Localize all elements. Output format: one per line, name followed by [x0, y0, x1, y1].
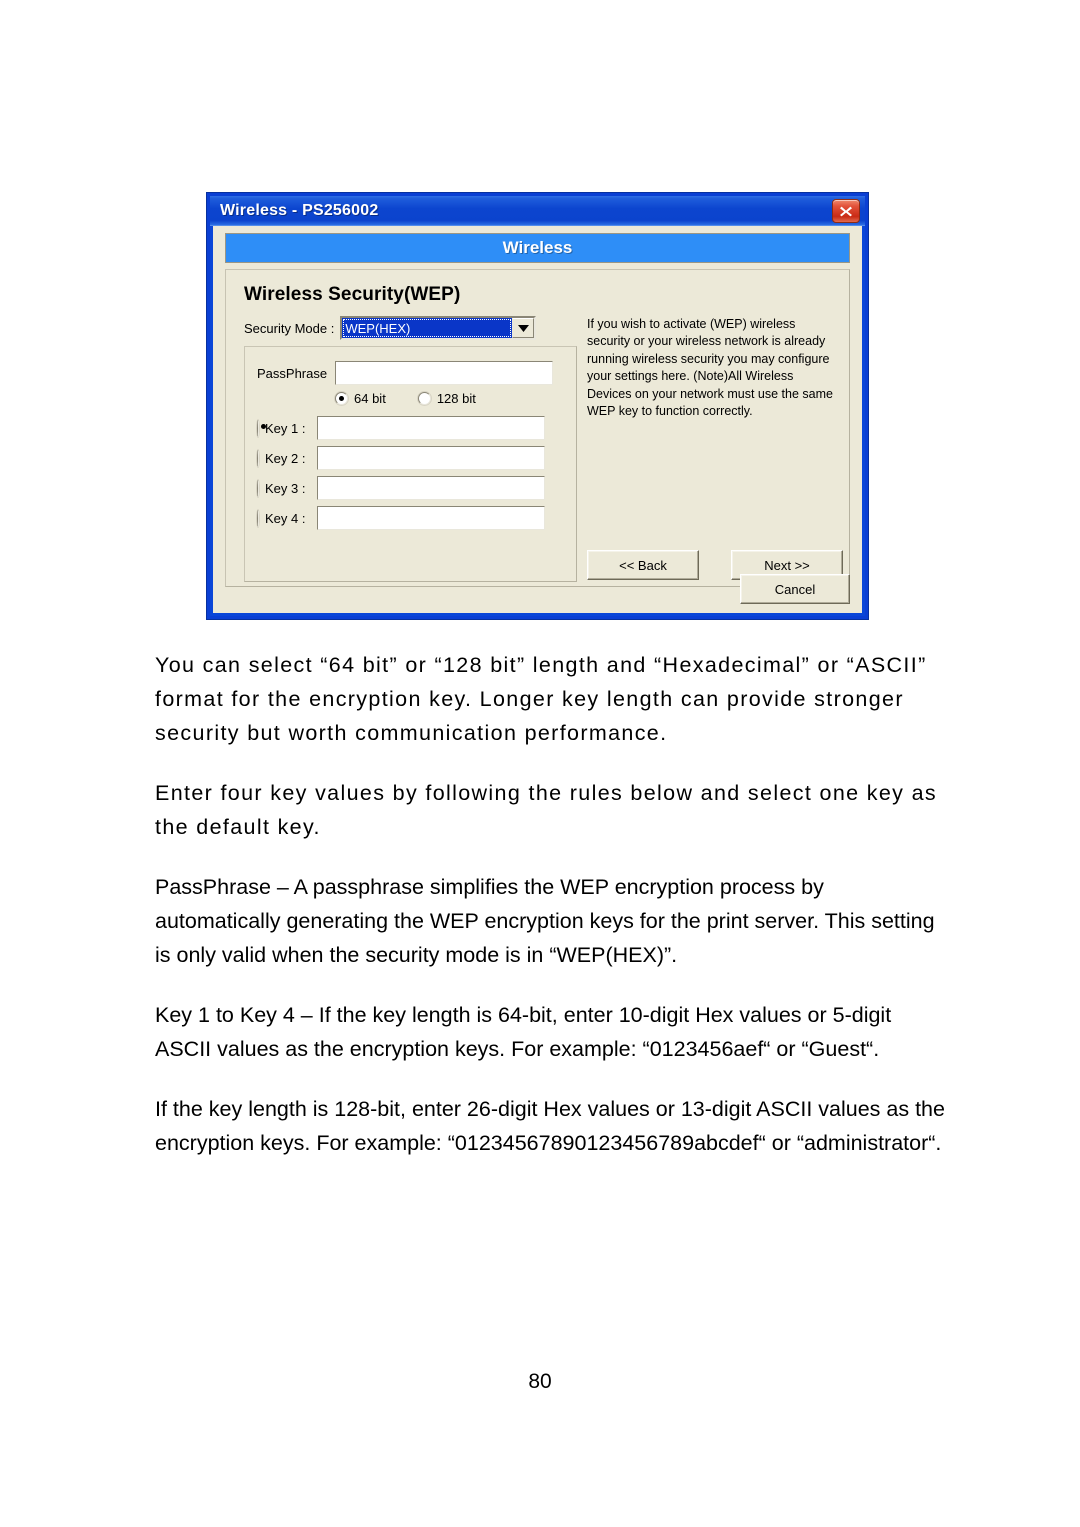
- key-2-input[interactable]: [317, 446, 545, 470]
- help-text: If you wish to activate (WEP) wireless s…: [587, 317, 833, 419]
- dialog-title: Wireless - PS256002: [220, 202, 379, 219]
- key-3-selector[interactable]: Key 3 :: [257, 479, 317, 497]
- passphrase-label: PassPhrase: [257, 365, 328, 381]
- help-column: If you wish to activate (WEP) wireless s…: [587, 316, 843, 582]
- key-4-input[interactable]: [317, 506, 545, 530]
- wireless-banner-label: Wireless: [502, 238, 573, 257]
- passphrase-input[interactable]: [335, 361, 554, 385]
- settings-column: Security Mode : WEP(HEX) PassPhrase 64 b…: [238, 316, 577, 582]
- dialog-inner-frame: Wireless - PS256002 Wireless Wireless Se…: [210, 196, 865, 616]
- wireless-dialog: Wireless - PS256002 Wireless Wireless Se…: [206, 192, 869, 620]
- radio-key1-icon[interactable]: [257, 419, 259, 437]
- page-number: 80: [528, 1370, 552, 1393]
- key-3-input[interactable]: [317, 476, 545, 500]
- cancel-button-wrapper: Cancel: [740, 574, 850, 604]
- paragraph-3: PassPhrase – A passphrase simplifies the…: [155, 875, 935, 967]
- key-length-option-128bit[interactable]: 128 bit: [417, 391, 476, 406]
- wep-key-groupbox: PassPhrase 64 bit 128 bit Key 1: Key 2 …: [244, 346, 577, 582]
- passphrase-row: PassPhrase: [257, 361, 564, 385]
- security-mode-label: Security Mode :: [244, 320, 335, 336]
- key-4-label: Key 4 :: [265, 510, 306, 526]
- document-body: You can select “64 bit” or “128 bit” len…: [155, 648, 945, 1186]
- paragraph-2: Enter four key values by following the r…: [155, 781, 937, 839]
- key-length-label-64bit: 64 bit: [354, 391, 386, 406]
- key-2-label: Key 2 :: [265, 450, 306, 466]
- key-2-selector[interactable]: Key 2 :: [257, 449, 317, 467]
- security-mode-row: Security Mode : WEP(HEX): [244, 316, 577, 340]
- key-4-selector[interactable]: Key 4 :: [257, 509, 317, 527]
- key-row-4: Key 4 :: [257, 506, 564, 530]
- wireless-banner: Wireless: [225, 233, 850, 263]
- dialog-client-area: Wireless Wireless Security(WEP) Security…: [213, 226, 862, 613]
- radio-64bit-icon[interactable]: [335, 392, 348, 405]
- radio-key3-icon[interactable]: [257, 479, 259, 497]
- radio-key2-icon[interactable]: [257, 449, 259, 467]
- key-3-label: Key 3 :: [265, 480, 306, 496]
- key-length-option-64bit[interactable]: 64 bit: [335, 391, 386, 406]
- wireless-settings-panel: Wireless Security(WEP) Security Mode : W…: [225, 269, 850, 587]
- key-row-3: Key 3 :: [257, 476, 564, 500]
- key-row-2: Key 2 :: [257, 446, 564, 470]
- paragraph-5: If the key length is 128-bit, enter 26-d…: [155, 1097, 945, 1155]
- chevron-down-icon[interactable]: [512, 318, 535, 338]
- radio-key4-icon[interactable]: [257, 509, 259, 527]
- security-mode-value[interactable]: WEP(HEX): [342, 318, 513, 338]
- key-1-label: Key 1 :: [265, 420, 306, 436]
- panel-columns: Security Mode : WEP(HEX) PassPhrase 64 b…: [238, 316, 843, 582]
- key-1-selector[interactable]: Key 1 :: [257, 419, 317, 437]
- dialog-titlebar: Wireless - PS256002: [210, 196, 865, 226]
- paragraph-4: Key 1 to Key 4 – If the key length is 64…: [155, 1003, 892, 1061]
- key-1-input[interactable]: [317, 416, 545, 440]
- back-button[interactable]: << Back: [587, 550, 699, 580]
- key-row-1: Key 1 :: [257, 416, 564, 440]
- paragraph-1: You can select “64 bit” or “128 bit” len…: [155, 653, 927, 745]
- cancel-button[interactable]: Cancel: [740, 574, 850, 604]
- key-length-label-128bit: 128 bit: [436, 391, 476, 406]
- security-mode-select[interactable]: WEP(HEX): [340, 316, 537, 340]
- close-icon[interactable]: [832, 199, 860, 223]
- section-title: Wireless Security(WEP): [244, 284, 461, 305]
- radio-128bit-icon[interactable]: [417, 392, 431, 405]
- key-length-radio-group: 64 bit 128 bit: [335, 391, 564, 406]
